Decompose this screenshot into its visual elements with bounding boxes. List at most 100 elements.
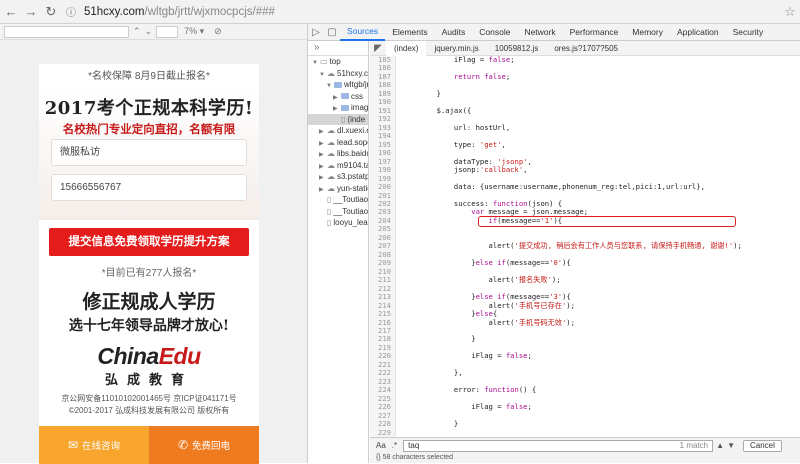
code-text: }, [402,368,463,378]
code-text: } [402,419,459,429]
tab-application[interactable]: Application [670,24,726,41]
address-bar: ← → ↻ ⓘ 51hcxy.com/wltgb/jrtt/wjxmocpcjs… [0,0,800,24]
triangle-right-icon[interactable]: ▶ [319,173,327,183]
tree-item[interactable]: ▶ ☁ m9104.ta [308,160,368,172]
tab-memory[interactable]: Memory [625,24,670,41]
reload-icon[interactable]: ↻ [42,3,60,21]
info-icon[interactable]: ⓘ [62,3,80,21]
file-icon: ▯ [327,195,332,204]
tree-item-label: imag [351,103,368,112]
device-width-field[interactable] [4,25,129,38]
triangle-down-icon[interactable]: ▼ [319,70,327,80]
triangle-right-icon[interactable]: ▶ [333,93,341,103]
triangle-right-icon[interactable]: ▶ [319,150,327,160]
code-line: 187 return false; [370,72,800,82]
tree-item-label: 51hcxy.co [337,68,368,78]
tree-item[interactable]: ▼ ▭ top [308,56,368,68]
triangle-right-icon[interactable]: ▶ [319,139,327,149]
code-editor[interactable]: 185 iFlag = false; 186 187 return false; 18… [370,56,800,437]
file-tab-jquery[interactable]: jquery.min.js [426,41,486,56]
triangle-right-icon[interactable]: ▶ [319,185,327,195]
search-input[interactable]: taq 1 match [403,439,714,452]
zoom-select[interactable]: 7% ▾ [184,26,204,37]
back-icon[interactable]: ← [2,3,20,21]
folder-icon [334,81,342,88]
code-line: 216 alert('手机号码无效'); [370,318,800,327]
tab-network[interactable]: Network [517,24,562,41]
device-toggle-icon[interactable]: ▢ [324,27,340,38]
tree-item[interactable]: ▯ __Toutiao [308,206,368,218]
device-viewport: *名校保障 8月9日截止报名* 2017考个正规本科学历! 名校热门专业定向直招… [0,40,307,464]
tree-item[interactable]: ▶ imag [308,102,368,114]
callback-button[interactable]: ✆ 免费回电 [149,426,259,464]
triangle-down-icon[interactable]: ▼ [312,58,320,68]
tree-item[interactable]: ▶ ☁ dl.xuexi.c [308,125,368,137]
editor-tabbar: ◤ (index) jquery.min.js 10059812.js ores… [370,40,800,56]
tree-item-label: wltgb/jr [344,80,368,89]
tree-item[interactable]: ▯ __Toutiao [308,194,368,206]
triangle-right-icon[interactable]: ▶ [319,127,327,137]
file-tab-index[interactable]: (index) [386,40,427,56]
regex-toggle[interactable]: .* [392,441,397,450]
tree-item-label: libs.baidu [337,149,368,158]
tree-item[interactable]: ▶ css [308,91,368,103]
forward-icon[interactable]: → [22,3,40,21]
triangle-down-icon[interactable]: ▼ [326,81,334,91]
tab-security[interactable]: Security [726,24,771,41]
navigator-more-icon[interactable]: » [308,41,368,56]
triangle-right-icon[interactable]: ▶ [333,104,341,114]
chat-icon: ✉ [67,438,79,452]
tree-item[interactable]: ▯ (inde [308,113,368,125]
hero-title: 2017考个正规本科学历! [44,98,254,119]
code-line: 218 } [370,334,800,344]
search-query: taq [408,440,420,450]
tab-sources[interactable]: Sources [340,24,386,41]
logo-text-part1: China [97,343,159,369]
tree-item[interactable]: ▼☁51hcxy.co [308,68,368,80]
code-line: 224 error: function() { [370,385,800,395]
file-icon: ▯ [327,206,332,216]
inspect-icon[interactable]: ▷ [308,27,324,38]
tree-item[interactable]: ▼ wltgb/jr [308,79,368,91]
submit-button[interactable]: 提交信息免费领取学历提升方案 [49,228,249,256]
chevron-up-icon[interactable]: ⌃ [133,26,141,37]
tree-item[interactable]: ▶ ☁ yun-static [308,183,368,195]
rotate-icon[interactable]: ⊘ [214,26,222,37]
name-input[interactable]: 微服私访 [51,139,247,166]
url-field[interactable]: 51hcxy.com/wltgb/jrtt/wjxmocpcjs/### [84,3,774,21]
bookmark-star-icon[interactable]: ☆ [780,4,800,20]
code-line: 226 iFlag = false; [370,402,800,412]
tab-audits[interactable]: Audits [435,24,473,41]
search-cancel-button[interactable]: Cancel [742,439,782,452]
tree-item-label: top [329,57,341,66]
logo-chinese: 弘成教育 [104,372,193,387]
cloud-icon: ☁ [327,126,335,135]
code-text: iFlag = false; [402,402,532,412]
tab-console[interactable]: Console [472,24,517,41]
search-prev-icon[interactable]: ▲ [716,441,724,450]
devtools-panel: ▷ ▢ Sources Elements Audits Console Network… [307,24,800,463]
tab-elements[interactable]: Elements [385,24,434,41]
cloud-icon: ☁ [327,183,335,193]
phone-input[interactable]: 15666556767 [51,174,247,201]
toggle-navigator-icon[interactable]: ◤ [370,43,386,54]
tree-item-label: yun-static [337,183,368,193]
tab-performance[interactable]: Performance [563,24,626,41]
tree-item[interactable]: ▶ ☁ s3.pstatp [308,171,368,183]
tree-item[interactable]: ▯ looyu_lea [308,217,368,229]
match-case-toggle[interactable]: Aa [376,441,386,450]
code-text: data: {username:username,phonenum_reg:te… [402,182,705,192]
mobile-page: *名校保障 8月9日截止报名* 2017考个正规本科学历! 名校热门专业定向直招… [39,64,259,464]
tree-item[interactable]: ▶☁lead.sope [308,137,368,149]
cloud-icon: ☁ [327,149,335,158]
devtools-tabbar: ▷ ▢ Sources Elements Audits Console Network… [308,24,800,41]
file-tab-10059812[interactable]: 10059812.js [487,41,547,56]
chevron-down-icon[interactable]: ⌄ [145,26,153,37]
search-next-icon[interactable]: ▼ [727,441,735,450]
search-match-count: 1 match [679,440,709,450]
device-height-field[interactable] [156,25,179,38]
file-tab-ores[interactable]: ores.js?1707?505 [546,41,626,56]
online-chat-button[interactable]: ✉ 在线咨询 [39,426,149,464]
triangle-right-icon[interactable]: ▶ [319,162,327,172]
tree-item[interactable]: ▶ ☁ libs.baidu [308,148,368,160]
